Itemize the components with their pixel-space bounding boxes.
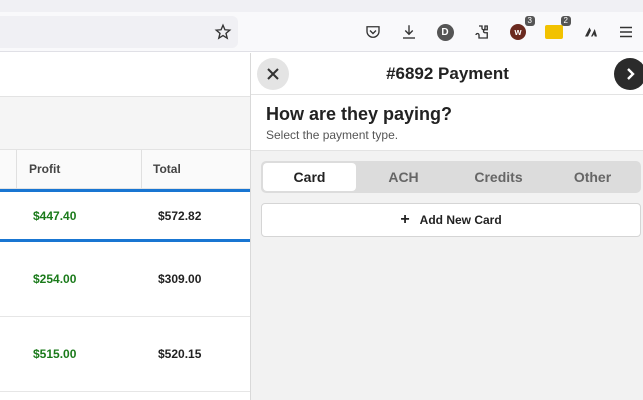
plus-icon: + [400, 211, 410, 228]
url-bar[interactable] [0, 16, 238, 48]
extension-yellow-icon[interactable]: 2 [543, 16, 571, 43]
payment-question-subtitle: Select the payment type. [266, 128, 399, 142]
add-new-card-label: Add New Card [419, 213, 502, 227]
bookmark-star-icon[interactable] [212, 21, 234, 43]
profit-cell: $447.40 [33, 209, 77, 223]
close-button[interactable] [257, 58, 289, 90]
tab-credits[interactable]: Credits [451, 163, 546, 191]
payment-question-section: How are they paying? Select the payment … [251, 95, 643, 151]
table-row[interactable]: $447.40 $572.82 [0, 189, 250, 242]
next-button[interactable] [614, 58, 643, 90]
extension-badge-count: 2 [560, 16, 571, 26]
add-new-card-button[interactable]: + Add New Card [261, 203, 641, 237]
table-row[interactable]: $254.00 $309.00 [0, 242, 250, 317]
account-avatar-icon[interactable]: D [434, 21, 456, 43]
chevron-right-icon [627, 68, 635, 80]
download-icon[interactable] [398, 21, 420, 43]
drawer-title: #6892 Payment [386, 64, 509, 83]
column-header-profit[interactable]: Profit [29, 150, 60, 189]
close-icon [267, 68, 279, 80]
extension-a-icon[interactable] [580, 21, 602, 43]
pocket-icon[interactable] [362, 21, 384, 43]
extensions-puzzle-icon[interactable] [471, 21, 493, 43]
table-toolbar-strip [0, 96, 250, 150]
orders-table-area: Profit Total $447.40 $572.82 $254.00 $30… [0, 53, 250, 400]
column-divider [16, 150, 17, 189]
payment-type-tabs: Card ACH Credits Other [261, 161, 641, 193]
tab-other[interactable]: Other [546, 163, 639, 191]
total-cell: $572.82 [158, 209, 202, 223]
tab-card[interactable]: Card [263, 163, 356, 191]
tab-ach[interactable]: ACH [356, 163, 451, 191]
extension-badge-count: 3 [524, 16, 535, 26]
column-header-total[interactable]: Total [153, 150, 181, 189]
profit-cell: $515.00 [33, 347, 77, 361]
browser-toolbar: D w 3 2 [0, 12, 643, 52]
extension-w-icon[interactable]: w 3 [507, 16, 535, 43]
hamburger-menu-icon[interactable] [615, 21, 637, 43]
total-cell: $309.00 [158, 272, 202, 286]
payment-question-heading: How are they paying? [266, 104, 453, 124]
total-cell: $520.15 [158, 347, 202, 361]
payment-drawer: #6892 Payment How are they paying? Selec… [250, 53, 643, 400]
browser-tab-strip [0, 0, 643, 12]
table-row[interactable]: $515.00 $520.15 [0, 317, 250, 392]
table-header: Profit Total [0, 150, 250, 189]
drawer-header: #6892 Payment [251, 53, 643, 95]
column-divider [141, 150, 142, 189]
profit-cell: $254.00 [33, 272, 77, 286]
